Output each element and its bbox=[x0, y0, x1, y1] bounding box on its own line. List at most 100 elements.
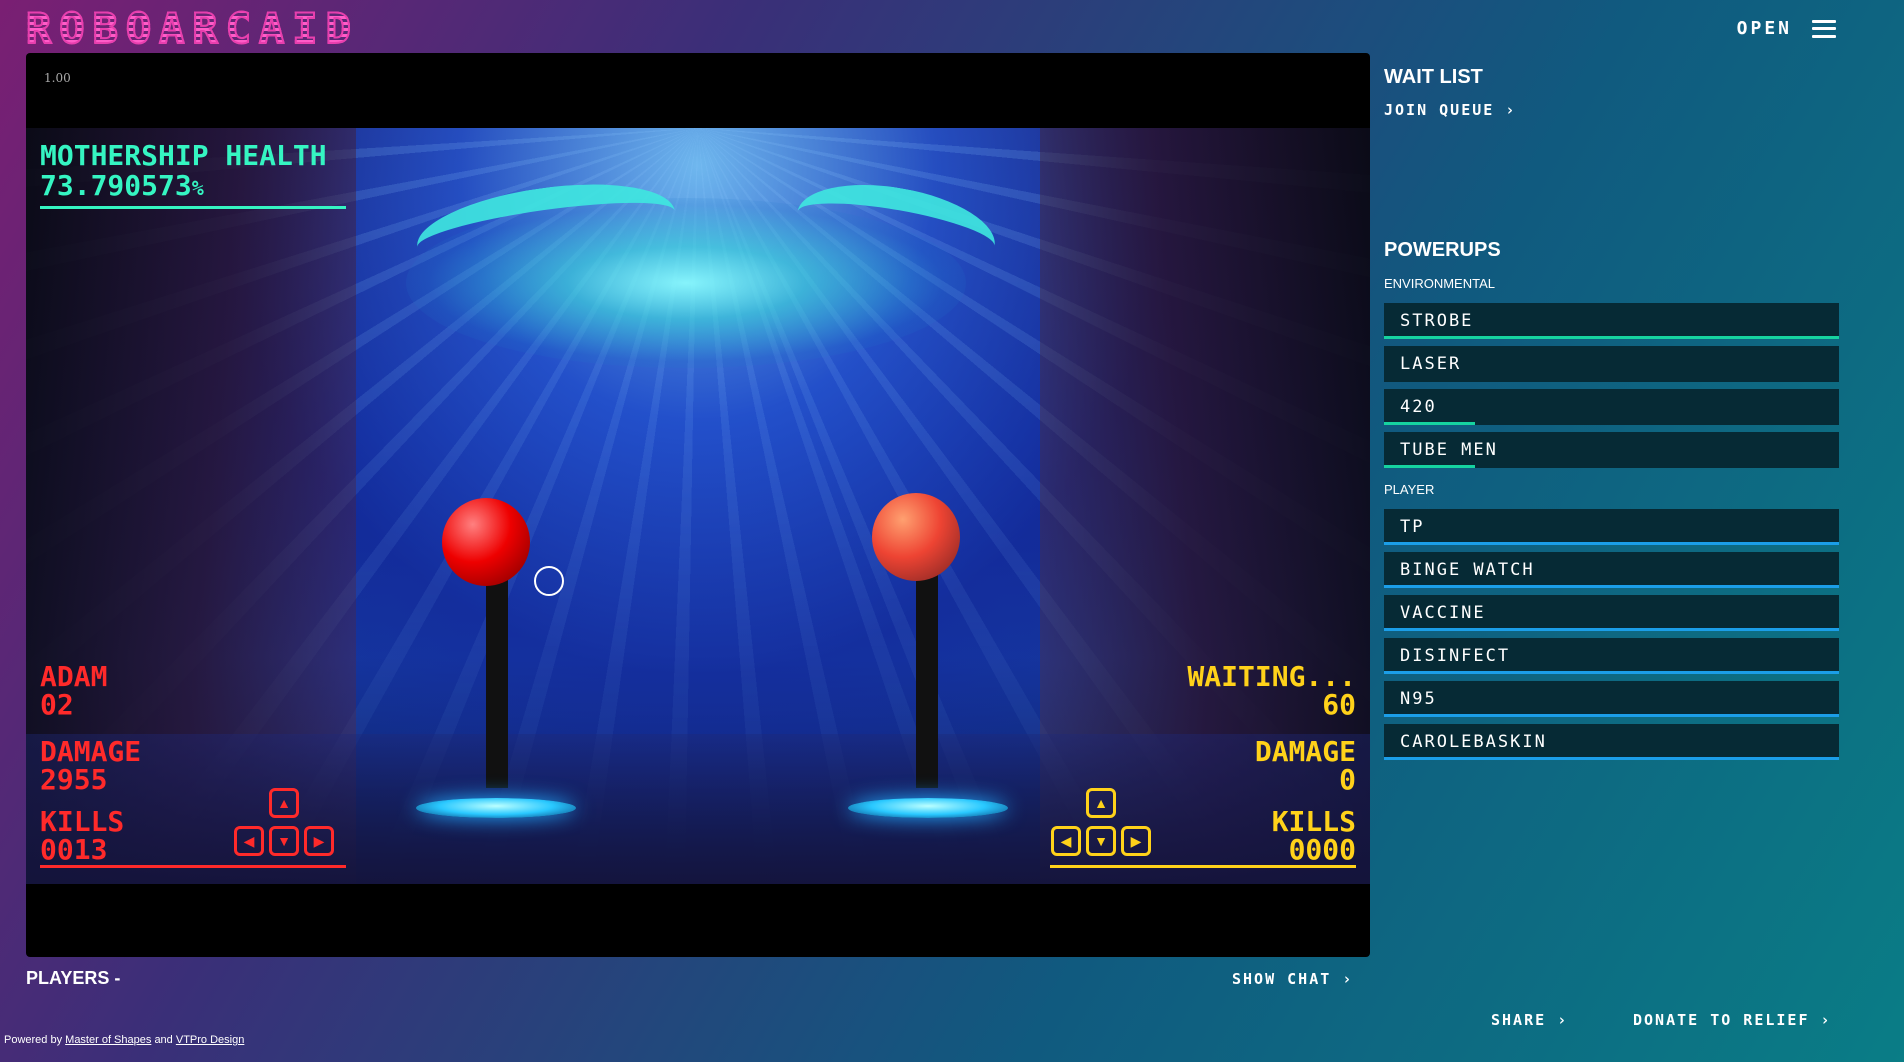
powerup-progress-bar bbox=[1384, 585, 1839, 588]
joystick-left-base bbox=[416, 798, 576, 818]
donate-link[interactable]: DONATE TO RELIEF › bbox=[1633, 1011, 1832, 1029]
player1-number: 02 bbox=[40, 688, 74, 721]
players-label: PLAYERS - bbox=[26, 968, 121, 988]
powerup-label: LASER bbox=[1400, 354, 1462, 374]
player2-name: WAITING... 60 bbox=[1187, 663, 1356, 719]
player1-arrow-keys: ▲ ◀ ▼ ▶ bbox=[234, 788, 334, 868]
arrow-right-icon: ▶ bbox=[304, 826, 334, 856]
open-menu-label: OPEN bbox=[1736, 18, 1792, 39]
powerup-tp[interactable]: TP bbox=[1384, 509, 1839, 545]
powerup-label: CAROLEBASKIN bbox=[1400, 732, 1547, 752]
chevron-right-icon: › bbox=[1342, 970, 1354, 988]
powerup-progress-bar bbox=[1384, 422, 1475, 425]
powerup-carolebaskin[interactable]: CAROLEBASKIN bbox=[1384, 724, 1839, 760]
player1-damage-label: DAMAGE bbox=[40, 735, 142, 768]
mothership-health-bar bbox=[40, 206, 346, 209]
join-queue-link[interactable]: JOIN QUEUE › bbox=[1384, 101, 1839, 119]
player1-damage: DAMAGE 2955 bbox=[40, 738, 141, 794]
powerup-label: STROBE bbox=[1400, 311, 1474, 331]
player2-arrow-keys: ▲ ◀ ▼ ▶ bbox=[1051, 788, 1151, 868]
player2-kills-label: KILLS bbox=[1271, 805, 1356, 838]
player1-name: ADAM 02 bbox=[40, 663, 107, 719]
player2-number: 60 bbox=[1322, 688, 1356, 721]
player1-kills-value: 0013 bbox=[40, 833, 108, 866]
env-powerup-list: STROBE LASER 420 TUBE MEN bbox=[1384, 303, 1839, 468]
player2-kills-value: 0000 bbox=[1288, 833, 1356, 866]
arrow-up-icon: ▲ bbox=[269, 788, 299, 818]
player1-kills-label: KILLS bbox=[40, 805, 125, 838]
player1-damage-value: 2955 bbox=[40, 763, 108, 796]
vtpro-design-link[interactable]: VTPro Design bbox=[176, 1034, 244, 1046]
mothership-health: MOTHERSHIP HEALTH 73.790573% bbox=[40, 142, 327, 200]
game-stage: MOTHERSHIP HEALTH 73.790573% ADAM 02 DAM… bbox=[26, 128, 1370, 884]
joystick-left-stand bbox=[486, 558, 508, 788]
powerup-progress-bar bbox=[1384, 465, 1475, 468]
powerup-progress-bar bbox=[1384, 542, 1839, 545]
sidebar: WAIT LIST JOIN QUEUE › POWERUPS ENVIRONM… bbox=[1384, 66, 1839, 767]
powerup-label: DISINFECT bbox=[1400, 646, 1511, 666]
mothership-health-unit: % bbox=[191, 176, 204, 200]
game-video[interactable]: 1.00 MOTHERSHIP HEALTH 73.790573% ADAM 0… bbox=[26, 53, 1370, 957]
env-section-label: ENVIRONMENTAL bbox=[1384, 276, 1495, 291]
stage-floor bbox=[26, 734, 1370, 884]
powerup-progress-bar bbox=[1384, 628, 1839, 631]
joystick-right-base bbox=[848, 798, 1008, 818]
powerup-disinfect[interactable]: DISINFECT bbox=[1384, 638, 1839, 674]
arrow-up-icon: ▲ bbox=[1086, 788, 1116, 818]
powerup-label: BINGE WATCH bbox=[1400, 560, 1535, 580]
powerup-label: TP bbox=[1400, 517, 1425, 537]
player2-kills: KILLS 0000 bbox=[1272, 808, 1356, 864]
powerups-title: POWERUPS bbox=[1384, 239, 1501, 261]
arrow-down-icon: ▼ bbox=[269, 826, 299, 856]
powerup-label: TUBE MEN bbox=[1400, 440, 1498, 460]
player2-damage-value: 0 bbox=[1339, 763, 1356, 796]
mothership-health-value: 73.790573 bbox=[40, 169, 192, 202]
player1-name-text: ADAM bbox=[40, 660, 108, 693]
powerup-label: 420 bbox=[1400, 397, 1437, 417]
powerup-laser[interactable]: LASER bbox=[1384, 346, 1839, 382]
powerup-label: N95 bbox=[1400, 689, 1437, 709]
crosshair-icon bbox=[534, 566, 564, 596]
hamburger-icon bbox=[1812, 19, 1836, 38]
chevron-right-icon: › bbox=[1820, 1011, 1832, 1029]
player-section-label: PLAYER bbox=[1384, 482, 1435, 497]
powerup-progress-bar bbox=[1384, 336, 1839, 339]
powerup-strobe[interactable]: STROBE bbox=[1384, 303, 1839, 339]
player2-damage: DAMAGE 0 bbox=[1255, 738, 1356, 794]
mothership-health-label: MOTHERSHIP HEALTH bbox=[40, 139, 327, 172]
arrow-right-icon: ▶ bbox=[1121, 826, 1151, 856]
share-link[interactable]: SHARE › bbox=[1491, 1011, 1568, 1029]
powerup-progress-bar bbox=[1384, 714, 1839, 717]
arrow-left-icon: ◀ bbox=[1051, 826, 1081, 856]
joystick-right-ball bbox=[872, 493, 960, 581]
share-label: SHARE bbox=[1491, 1011, 1547, 1029]
player2-damage-label: DAMAGE bbox=[1254, 735, 1356, 768]
joystick-right-stand bbox=[916, 558, 938, 788]
playback-speed: 1.00 bbox=[44, 71, 71, 85]
player1-kills: KILLS 0013 bbox=[40, 808, 124, 864]
arrow-down-icon: ▼ bbox=[1086, 826, 1116, 856]
powerup-label: VACCINE bbox=[1400, 603, 1486, 623]
powerup-n95[interactable]: N95 bbox=[1384, 681, 1839, 717]
chevron-right-icon: › bbox=[1557, 1011, 1569, 1029]
powerup-binge-watch[interactable]: BINGE WATCH bbox=[1384, 552, 1839, 588]
powerup-tube-men[interactable]: TUBE MEN bbox=[1384, 432, 1839, 468]
master-of-shapes-link[interactable]: Master of Shapes bbox=[65, 1034, 151, 1046]
powerup-progress-bar bbox=[1384, 671, 1839, 674]
powerup-420[interactable]: 420 bbox=[1384, 389, 1839, 425]
arrow-left-icon: ◀ bbox=[234, 826, 264, 856]
app-logo: ROBOARCAID bbox=[25, 3, 359, 54]
open-menu-button[interactable]: OPEN bbox=[1737, 18, 1836, 39]
footer-prefix: Powered by bbox=[4, 1034, 63, 1046]
powerup-vaccine[interactable]: VACCINE bbox=[1384, 595, 1839, 631]
player-powerup-list: TP BINGE WATCH VACCINE DISINFECT N95 CAROLEBA… bbox=[1384, 509, 1839, 760]
waitlist-title: WAIT LIST bbox=[1384, 66, 1483, 88]
chevron-right-icon: › bbox=[1505, 101, 1517, 119]
joystick-left-ball bbox=[442, 498, 530, 586]
join-queue-label: JOIN QUEUE bbox=[1384, 101, 1495, 119]
show-chat-link[interactable]: SHOW CHAT › bbox=[1232, 970, 1353, 988]
powerup-progress-bar bbox=[1384, 757, 1839, 760]
player2-name-text: WAITING... bbox=[1187, 660, 1356, 693]
donate-label: DONATE TO RELIEF bbox=[1633, 1011, 1810, 1029]
footer: Powered by Master of Shapes and VTPro De… bbox=[4, 1034, 244, 1046]
